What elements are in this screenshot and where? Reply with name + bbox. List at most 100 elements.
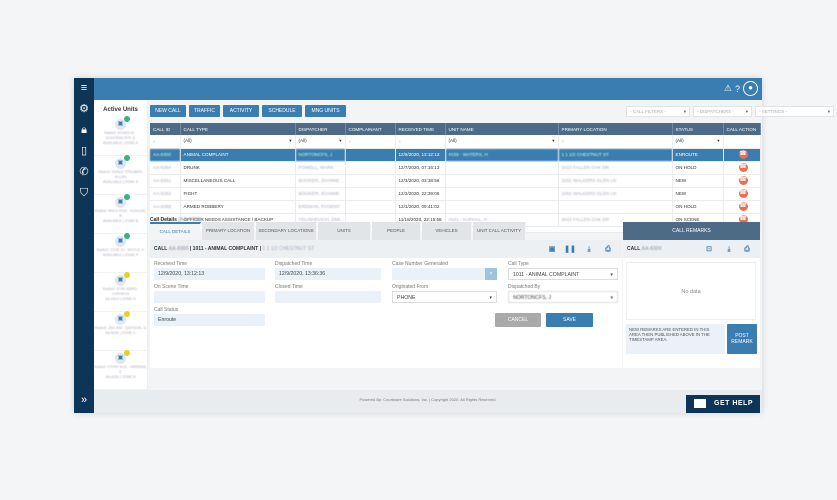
- unit-card[interactable]: ▣ Radio0: CC0E #1 - BOYLE, K AVAILABLE | Z…: [94, 233, 147, 273]
- column-header[interactable]: PRIMARY LOCATION: [558, 123, 673, 135]
- hangup-icon[interactable]: ☎: [738, 202, 748, 211]
- filter-select[interactable]: (All) ▾: [445, 135, 559, 149]
- unit-status: AVAILABLE | ZONE B: [102, 219, 139, 223]
- tab-secondary-locations[interactable]: SECONDARY LOCATIONS: [256, 222, 317, 240]
- hangup-icon[interactable]: ☎: [738, 189, 748, 198]
- schedule-button[interactable]: SCHEDULE: [262, 105, 302, 117]
- call-location-header: 1 1 1/2 CHESTNUT ST: [262, 246, 314, 252]
- tab-call-details[interactable]: CALL DETAILS: [150, 222, 201, 240]
- tab-unit-call-activity[interactable]: UNIT CALL ACTIVITY: [473, 222, 526, 240]
- expand-icon[interactable]: »: [74, 390, 94, 411]
- hangup-icon[interactable]: ☎: [738, 150, 748, 159]
- unit-status: AVAILABLE | ZONE X: [102, 253, 139, 257]
- filter-search[interactable]: ⌕: [345, 135, 396, 149]
- save-button[interactable]: SAVE: [546, 313, 593, 327]
- gear-icon[interactable]: ⚙: [74, 99, 94, 120]
- traffic-button[interactable]: TRAFFIC: [189, 105, 220, 117]
- unit-card[interactable]: ▣ Radio0: 4TH0 WARD, CATHRYN AA-0910 | ZON…: [94, 272, 147, 312]
- get-help-button[interactable]: GET HELP: [686, 395, 760, 413]
- column-header[interactable]: CALL ID: [150, 123, 181, 135]
- briefcase-icon[interactable]: ▣: [546, 244, 558, 255]
- table-row[interactable]: AA-6291 MISCELLANEOUS CALL BOOKER, JOANNE 1…: [150, 174, 761, 188]
- unit-status: AVAILABLE | ZONE A: [103, 180, 138, 184]
- column-header[interactable]: DISPATCHER: [295, 123, 346, 135]
- cancel-button[interactable]: CANCEL: [495, 313, 541, 327]
- table-cell: [345, 200, 396, 214]
- settings-dropdown[interactable]: - SETTINGS -: [755, 106, 834, 117]
- received-time-field[interactable]: 12/9/2020, 13:12:13: [154, 268, 265, 280]
- call-status-field[interactable]: Enroute: [154, 314, 265, 326]
- unit-card[interactable]: ▣ Radio0: RNC0 #102 - KOHLER, R AVAILABLE …: [94, 194, 147, 234]
- table-cell: 12/1/2020, 09:41:02: [395, 200, 446, 214]
- menu-icon[interactable]: ≡: [74, 78, 94, 99]
- filter-search[interactable]: ⌕: [558, 135, 673, 149]
- unit-card[interactable]: ▣ Radio0: ZN1 #48 - QUITZON, G AA-6291 | Z…: [94, 311, 147, 351]
- alert-icon[interactable]: ⚠: [724, 83, 732, 94]
- originated-from-label: Originated From: [392, 284, 429, 290]
- table-cell: [345, 174, 396, 188]
- tablet-icon[interactable]: ▯: [74, 141, 94, 162]
- table-row[interactable]: AA-6292 FIGHT BOOKER, JOANNE 12/2/2020, 22:…: [150, 187, 761, 201]
- received-time-label: Received Time: [154, 261, 188, 267]
- remark-input[interactable]: NEW REMARKS ARE ENTERED IN THIS AREA THE…: [626, 324, 725, 354]
- hangup-icon[interactable]: ☎: [738, 176, 748, 185]
- table-row[interactable]: AA-6300 ANIMAL COMPLAINT NORTONCFS, J 12/9/…: [150, 148, 761, 162]
- filter-select[interactable]: (All) ▾: [295, 135, 346, 149]
- filter-select[interactable]: (All) ▾: [180, 135, 296, 149]
- print-icon[interactable]: ⎙: [741, 244, 753, 255]
- user-icon[interactable]: ●: [743, 81, 758, 96]
- call-type-select[interactable]: 1011 - ANIMAL COMPLAINT: [508, 268, 618, 281]
- column-header[interactable]: RECEIVED TIME: [395, 123, 446, 135]
- activity-button[interactable]: ACTIVITY: [223, 105, 259, 117]
- unit-status: AA-6291 | ZONE C: [105, 331, 136, 335]
- tab-vehicles[interactable]: VEHICLES: [422, 222, 472, 240]
- call-prefix: CALL: [154, 246, 168, 252]
- help-icon[interactable]: ?: [735, 84, 740, 94]
- tab-units[interactable]: UNITS: [318, 222, 371, 240]
- filter-search[interactable]: ⌕: [150, 135, 181, 149]
- dispatched-time-field[interactable]: 12/9/2020, 13:36:36: [275, 268, 381, 280]
- hangup-icon[interactable]: ☎: [738, 163, 748, 172]
- tab-people[interactable]: PEOPLE: [372, 222, 421, 240]
- post-remark-button[interactable]: POST REMARK: [727, 324, 757, 354]
- originated-from-select[interactable]: PHONE: [392, 291, 497, 304]
- table-cell: 12/7/2020, 07:16:13: [395, 161, 446, 175]
- filter-select[interactable]: (All) ▾: [672, 135, 724, 149]
- table-row[interactable]: AA-6288 ARMED ROBBERY ERDMAN, EVGENY 12/1/2…: [150, 200, 761, 214]
- table-cell: 2281 WALKERS GLEN LN: [558, 187, 673, 201]
- unit-name: Radio0: 4TH0 WARD, CATHRYN: [102, 287, 139, 296]
- closed-time-field[interactable]: [275, 291, 381, 303]
- dispatchers-dropdown[interactable]: - DISPATCHERS -: [693, 106, 752, 117]
- table-row[interactable]: AA-6294 DRUNK POWELL, MARK 12/7/2020, 07:16…: [150, 161, 761, 175]
- folder-icon[interactable]: ⊡: [703, 244, 715, 255]
- unit-card[interactable]: ▣ Radio0: CT0AF #111 - HERMAN, S AA-6291 |…: [94, 350, 147, 390]
- call-filters-dropdown[interactable]: - CALL FILTERS -: [626, 106, 690, 117]
- download-icon[interactable]: ⤓: [583, 244, 595, 255]
- tab-primary-location[interactable]: PRIMARY LOCATION: [202, 222, 255, 240]
- search-icon: ⌕: [348, 138, 352, 144]
- call-action-cell: ☎: [723, 174, 761, 188]
- download-icon[interactable]: ⤓: [723, 244, 735, 255]
- filter-search[interactable]: ⌕: [395, 135, 446, 149]
- column-header[interactable]: COMPLAINANT: [345, 123, 396, 135]
- case-number-field[interactable]: ×: [392, 268, 497, 280]
- column-header[interactable]: UNIT NAME: [445, 123, 559, 135]
- clear-case-button[interactable]: ×: [485, 268, 497, 280]
- unit-status-badge: [124, 233, 130, 239]
- dispatched-by-select[interactable]: NORTONCFS, J: [508, 291, 618, 304]
- lock-icon[interactable]: 🔒︎: [74, 120, 94, 141]
- unit-card[interactable]: ▣ Radio0: DUALE STEUBER, ALLAN AVAILABLE |…: [94, 155, 147, 195]
- mng-units-button[interactable]: MNG UNITS: [305, 105, 346, 117]
- new-call-button[interactable]: NEW CALL: [150, 105, 186, 117]
- print-icon[interactable]: ⎙: [602, 244, 614, 255]
- call-action-cell: ☎: [723, 148, 761, 162]
- columns-icon[interactable]: ❚❚: [564, 244, 576, 255]
- unit-card[interactable]: ▣ Radio0: AC0EN #1 - SCHOWALTER, A AVAILAB…: [94, 116, 147, 156]
- column-header[interactable]: CALL ACTION: [723, 123, 761, 135]
- shield-icon[interactable]: ⛉: [74, 183, 94, 204]
- unit-status: AA-6291 | ZONE B: [105, 375, 136, 379]
- on-scene-field[interactable]: [154, 291, 265, 303]
- phone-icon[interactable]: ✆: [74, 162, 94, 183]
- column-header[interactable]: CALL TYPE: [180, 123, 296, 135]
- column-header[interactable]: STATUS: [672, 123, 724, 135]
